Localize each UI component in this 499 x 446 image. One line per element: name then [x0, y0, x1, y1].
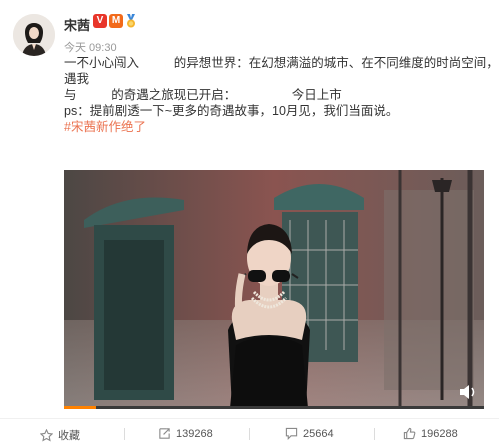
post-timestamp[interactable]: 今天 09:30	[64, 39, 117, 55]
like-count: 196288	[421, 427, 458, 440]
video-frame	[64, 170, 484, 408]
author-badges: V M	[93, 14, 137, 28]
comment-icon	[285, 427, 298, 440]
divider	[124, 428, 125, 440]
post-text-line: 一不小心闯入 的异想世界：在幻想满溢的城市、在不同维度的时尚空间，奇	[64, 56, 499, 70]
comment-button[interactable]: 25664	[285, 427, 334, 440]
medal-icon[interactable]	[125, 14, 137, 28]
repost-button[interactable]: 139268	[158, 427, 213, 440]
video-progress-bar[interactable]	[64, 406, 484, 409]
member-icon[interactable]: M	[109, 14, 123, 28]
post-text-line: 与 的奇遇之旅现已开启： 今日上市	[64, 88, 342, 102]
comment-count: 25664	[303, 427, 334, 440]
author-name[interactable]: 宋茜	[64, 15, 90, 34]
verified-icon[interactable]: V	[93, 14, 107, 28]
action-bar: 收藏 139268 25664 196288	[0, 418, 499, 446]
hashtag-link[interactable]: #宋茜新作绝了	[64, 119, 484, 135]
favorite-button[interactable]: 收藏	[40, 427, 80, 443]
repost-icon	[159, 428, 170, 439]
post-content: 一不小心闯入 的异想世界：在幻想满溢的城市、在不同维度的时尚空间，奇 遇我 与 …	[64, 55, 499, 135]
post-text-line: ps：提前剧透一下~更多的奇遇故事，10月见，我们当面说。	[64, 104, 399, 118]
avatar-portrait	[13, 14, 55, 56]
repost-count: 139268	[176, 427, 213, 440]
like-button[interactable]: 196288	[403, 427, 458, 440]
video-progress-fill	[64, 406, 96, 409]
star-icon	[40, 428, 53, 441]
avatar[interactable]	[13, 14, 55, 56]
volume-icon[interactable]	[458, 384, 478, 400]
favorite-label: 收藏	[58, 430, 80, 442]
video-player[interactable]	[64, 170, 484, 408]
divider	[374, 428, 375, 440]
divider	[249, 428, 250, 440]
thumbs-up-icon	[403, 427, 416, 440]
post-text-line: 遇我	[64, 72, 90, 86]
